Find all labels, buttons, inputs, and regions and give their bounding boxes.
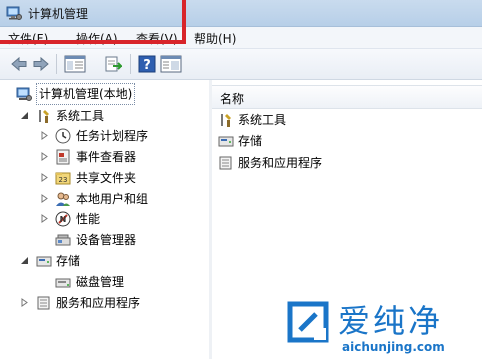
computer-management-icon (16, 87, 32, 101)
column-header-name[interactable]: 名称 (212, 85, 482, 109)
properties-icon[interactable] (160, 55, 182, 73)
expand-triangle-icon[interactable] (20, 298, 29, 307)
tree-item-label: 本地用户和组 (76, 192, 149, 206)
toolbar-separator (130, 54, 131, 74)
performance-icon: N (55, 211, 71, 227)
svg-text:23: 23 (59, 176, 68, 184)
collapse-triangle-icon[interactable] (20, 256, 29, 265)
expand-triangle-icon[interactable] (40, 173, 49, 182)
tree-item-device-manager[interactable]: 设备管理器 (0, 230, 205, 250)
services-icon (37, 296, 50, 310)
tree-item-label: 设备管理器 (76, 233, 137, 247)
menu-action[interactable]: 操作(A) (76, 30, 118, 47)
tree-item-services-apps[interactable]: 服务和应用程序 (0, 293, 205, 313)
computer-management-icon (6, 6, 22, 20)
tree-item-system-tools[interactable]: 系统工具 (0, 106, 205, 126)
expand-triangle-icon[interactable] (40, 131, 49, 140)
list-item-label: 服务和应用程序 (238, 156, 323, 170)
tree-item-performance[interactable]: N 性能 (0, 209, 205, 229)
title-bar: 计算机管理 (0, 0, 482, 27)
device-manager-icon (55, 234, 71, 246)
watermark: 爱纯净 aichunjing.com (276, 294, 482, 354)
tree-item-shared-folders[interactable]: 23 共享文件夹 (0, 168, 205, 188)
back-arrow-icon[interactable] (10, 55, 28, 73)
export-list-icon[interactable] (104, 55, 122, 73)
disk-management-icon (55, 278, 71, 288)
tree-item-label: 性能 (76, 212, 101, 226)
console-tree: 计算机管理(本地) 系统工具 任务计划程序 事件查看器 23 共享文件夹 本地用… (0, 80, 210, 359)
toolbar: ? (0, 49, 482, 80)
list-item[interactable]: 系统工具 (218, 110, 418, 130)
forward-arrow-icon[interactable] (32, 55, 50, 73)
tree-item-event-viewer[interactable]: 事件查看器 (0, 147, 205, 167)
tree-item-label: 任务计划程序 (76, 129, 149, 143)
list-item-label: 系统工具 (238, 113, 287, 127)
window-title: 计算机管理 (28, 7, 89, 21)
tools-icon (221, 114, 231, 127)
storage-icon (218, 136, 234, 147)
tools-icon (39, 110, 49, 123)
clock-icon (55, 128, 71, 144)
tree-item-label: 服务和应用程序 (56, 296, 141, 310)
tree-item-root[interactable]: 计算机管理(本地) (0, 83, 205, 105)
list-item[interactable]: 存储 (218, 131, 418, 151)
expand-triangle-icon[interactable] (40, 214, 49, 223)
tree-item-disk-management[interactable]: 磁盘管理 (0, 272, 205, 292)
event-viewer-icon (56, 149, 70, 165)
watermark-logo-icon (287, 301, 329, 343)
tree-item-label: 存储 (56, 254, 81, 268)
storage-icon (36, 256, 52, 267)
list-item-label: 存储 (238, 134, 263, 148)
show-hide-tree-icon[interactable] (64, 55, 86, 73)
tree-item-label: 事件查看器 (76, 150, 137, 164)
menu-view[interactable]: 查看(V) (136, 30, 178, 47)
toolbar-separator (56, 54, 57, 74)
menu-file[interactable]: 文件(F) (8, 30, 48, 47)
collapse-triangle-icon[interactable] (20, 111, 29, 120)
tree-item-label: 计算机管理(本地) (36, 83, 136, 105)
tree-item-label: 系统工具 (56, 109, 105, 123)
help-icon[interactable]: ? (138, 55, 156, 73)
users-icon (56, 192, 70, 206)
expand-triangle-icon[interactable] (40, 152, 49, 161)
expand-triangle-icon[interactable] (40, 194, 49, 203)
tree-item-label: 磁盘管理 (76, 275, 125, 289)
menu-help[interactable]: 帮助(H) (194, 30, 236, 47)
svg-text:?: ? (143, 58, 151, 73)
column-header-label: 名称 (220, 92, 245, 106)
svg-text:N: N (60, 215, 67, 224)
shared-folder-icon: 23 (55, 172, 71, 185)
tree-item-local-users[interactable]: 本地用户和组 (0, 189, 205, 209)
services-icon (219, 156, 232, 170)
menu-bar: 文件(F) 操作(A) 查看(V) 帮助(H) (0, 27, 482, 49)
tree-item-storage[interactable]: 存储 (0, 251, 205, 271)
watermark-url: aichunjing.com (342, 340, 445, 354)
tree-item-label: 共享文件夹 (76, 171, 137, 185)
list-item[interactable]: 服务和应用程序 (218, 153, 418, 173)
watermark-text: 爱纯净 (338, 302, 444, 340)
tree-item-task-scheduler[interactable]: 任务计划程序 (0, 126, 205, 146)
